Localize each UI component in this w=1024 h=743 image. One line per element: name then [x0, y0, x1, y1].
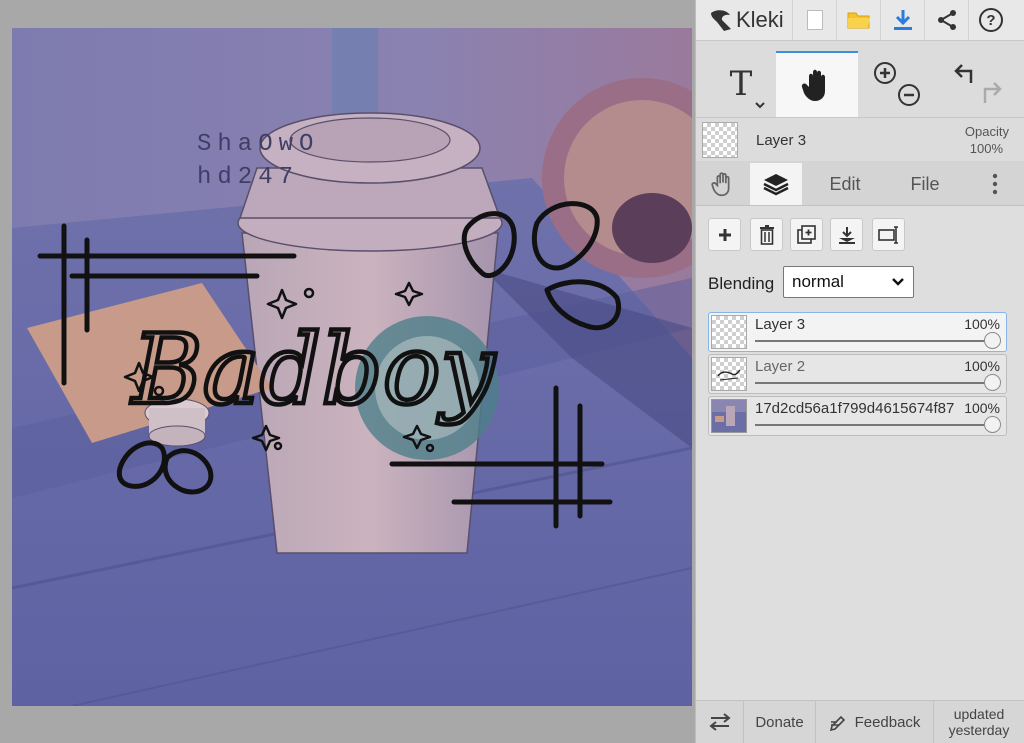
watermark-line2: hd247 — [197, 164, 299, 191]
side-panel: Kleki ? T Layer 3 Opacity 100% Edit File… — [695, 0, 1024, 743]
zoom-controls — [874, 62, 920, 106]
kleki-logo-icon — [711, 10, 731, 31]
help-button[interactable]: ? — [968, 0, 1012, 40]
app-name: Kleki — [736, 7, 784, 32]
layer-opacity: 100% — [964, 400, 1000, 416]
history-controls — [954, 64, 1002, 103]
layer-name: 17d2cd56a1f799d4615674f87 — [755, 400, 955, 417]
hand-icon — [801, 69, 825, 101]
panel-tabs: Edit File — [696, 161, 1024, 206]
chevron-down-icon[interactable] — [754, 101, 766, 109]
history-buttons — [942, 51, 1016, 117]
open-folder-icon — [847, 12, 870, 29]
layer-opacity-handle[interactable] — [984, 332, 1001, 349]
rename-layer-button[interactable] — [872, 218, 905, 251]
opacity-label: Opacity — [964, 124, 1009, 139]
updated-info[interactable]: updated yesterday — [934, 701, 1024, 743]
drawing-canvas[interactable]: Badboy ShaOwO hd247 — [12, 28, 692, 706]
delete-layer-button[interactable] — [750, 218, 783, 251]
trash-icon — [759, 224, 774, 245]
layers-icon — [763, 174, 789, 196]
layer-thumbnail — [711, 315, 747, 349]
current-layer-name: Layer 3 — [756, 132, 807, 149]
text-tool-label: T — [729, 64, 753, 104]
merge-layer-button[interactable] — [830, 218, 863, 251]
layer-opacity-slider[interactable] — [755, 340, 992, 342]
tab-edit[interactable]: Edit — [812, 163, 878, 205]
updated-line1: updated — [953, 706, 1005, 722]
feedback-label: Feedback — [854, 713, 921, 731]
canvas-area[interactable]: Badboy ShaOwO hd247 — [0, 0, 695, 743]
swap-side-button[interactable] — [696, 701, 744, 743]
donate-button[interactable]: Donate — [744, 701, 816, 743]
current-layer-thumbnail — [702, 122, 738, 158]
zoom-buttons — [862, 51, 932, 117]
layer-opacity: 100% — [964, 316, 1000, 332]
footer-bar: Donate Feedback updated yesterday — [696, 700, 1024, 743]
more-vertical-icon — [992, 173, 998, 195]
more-options-button[interactable] — [980, 163, 1010, 205]
updated-line2: yesterday — [948, 722, 1010, 738]
new-file-icon — [806, 10, 823, 30]
plus-icon — [718, 228, 731, 241]
open-file-button[interactable] — [836, 0, 880, 40]
tab-file[interactable]: File — [892, 163, 958, 205]
chevron-down-icon — [892, 278, 904, 286]
share-icon — [937, 10, 956, 30]
blending-select[interactable]: normal — [783, 266, 914, 298]
app-logo[interactable]: Kleki — [696, 0, 792, 40]
top-bar: Kleki ? — [696, 0, 1024, 41]
add-layer-button[interactable] — [708, 218, 741, 251]
tool-row: T — [696, 41, 1024, 117]
share-button[interactable] — [924, 0, 968, 40]
text-tool-button[interactable]: T — [704, 51, 778, 117]
layer-thumbnail — [711, 399, 747, 433]
new-file-button[interactable] — [792, 0, 836, 40]
layer-2-preview — [717, 369, 741, 381]
photo-preview — [712, 400, 746, 426]
swap-arrows-icon — [708, 713, 731, 731]
zoom-in-icon[interactable] — [874, 62, 896, 84]
layer-item-background-photo[interactable]: 17d2cd56a1f799d4615674f87 100% — [708, 396, 1007, 436]
tab-hand[interactable] — [700, 163, 746, 205]
current-layer-header: Layer 3 Opacity 100% — [696, 117, 1024, 162]
layer-opacity-slider[interactable] — [755, 424, 992, 426]
layer-name: Layer 3 — [755, 316, 806, 333]
layer-thumbnail — [711, 357, 747, 391]
artwork-script-text: Badboy — [130, 314, 496, 426]
download-button[interactable] — [880, 0, 924, 40]
blending-label: Blending — [708, 274, 775, 293]
rename-icon — [877, 225, 898, 244]
duplicate-layer-button[interactable] — [790, 218, 823, 251]
artwork-image: Badboy ShaOwO hd247 — [12, 28, 692, 706]
feedback-button[interactable]: Feedback — [816, 701, 934, 743]
hand-icon — [711, 172, 730, 197]
duplicate-icon — [796, 224, 816, 244]
layer-opacity-handle[interactable] — [984, 416, 1001, 433]
layer-item-layer-2[interactable]: Layer 2 100% — [708, 354, 1007, 394]
help-icon: ? — [978, 8, 1003, 32]
opacity-value: 100% — [969, 141, 1003, 156]
redo-icon[interactable] — [983, 82, 1002, 103]
feedback-pencil-icon — [829, 715, 845, 731]
blending-value: normal — [792, 272, 844, 291]
svg-text:?: ? — [986, 12, 995, 29]
merge-down-icon — [838, 226, 855, 244]
layer-name: Layer 2 — [755, 358, 806, 375]
download-icon — [893, 10, 912, 30]
watermark-line1: ShaOwO — [197, 131, 319, 158]
undo-icon[interactable] — [954, 64, 973, 83]
hand-tool-button[interactable] — [776, 51, 858, 117]
layer-opacity: 100% — [964, 358, 1000, 374]
layer-opacity-handle[interactable] — [984, 374, 1001, 391]
tab-layers[interactable] — [750, 163, 802, 205]
layer-item-layer-3[interactable]: Layer 3 100% — [708, 312, 1007, 352]
layer-opacity-slider[interactable] — [755, 382, 992, 384]
zoom-out-icon[interactable] — [898, 84, 920, 106]
